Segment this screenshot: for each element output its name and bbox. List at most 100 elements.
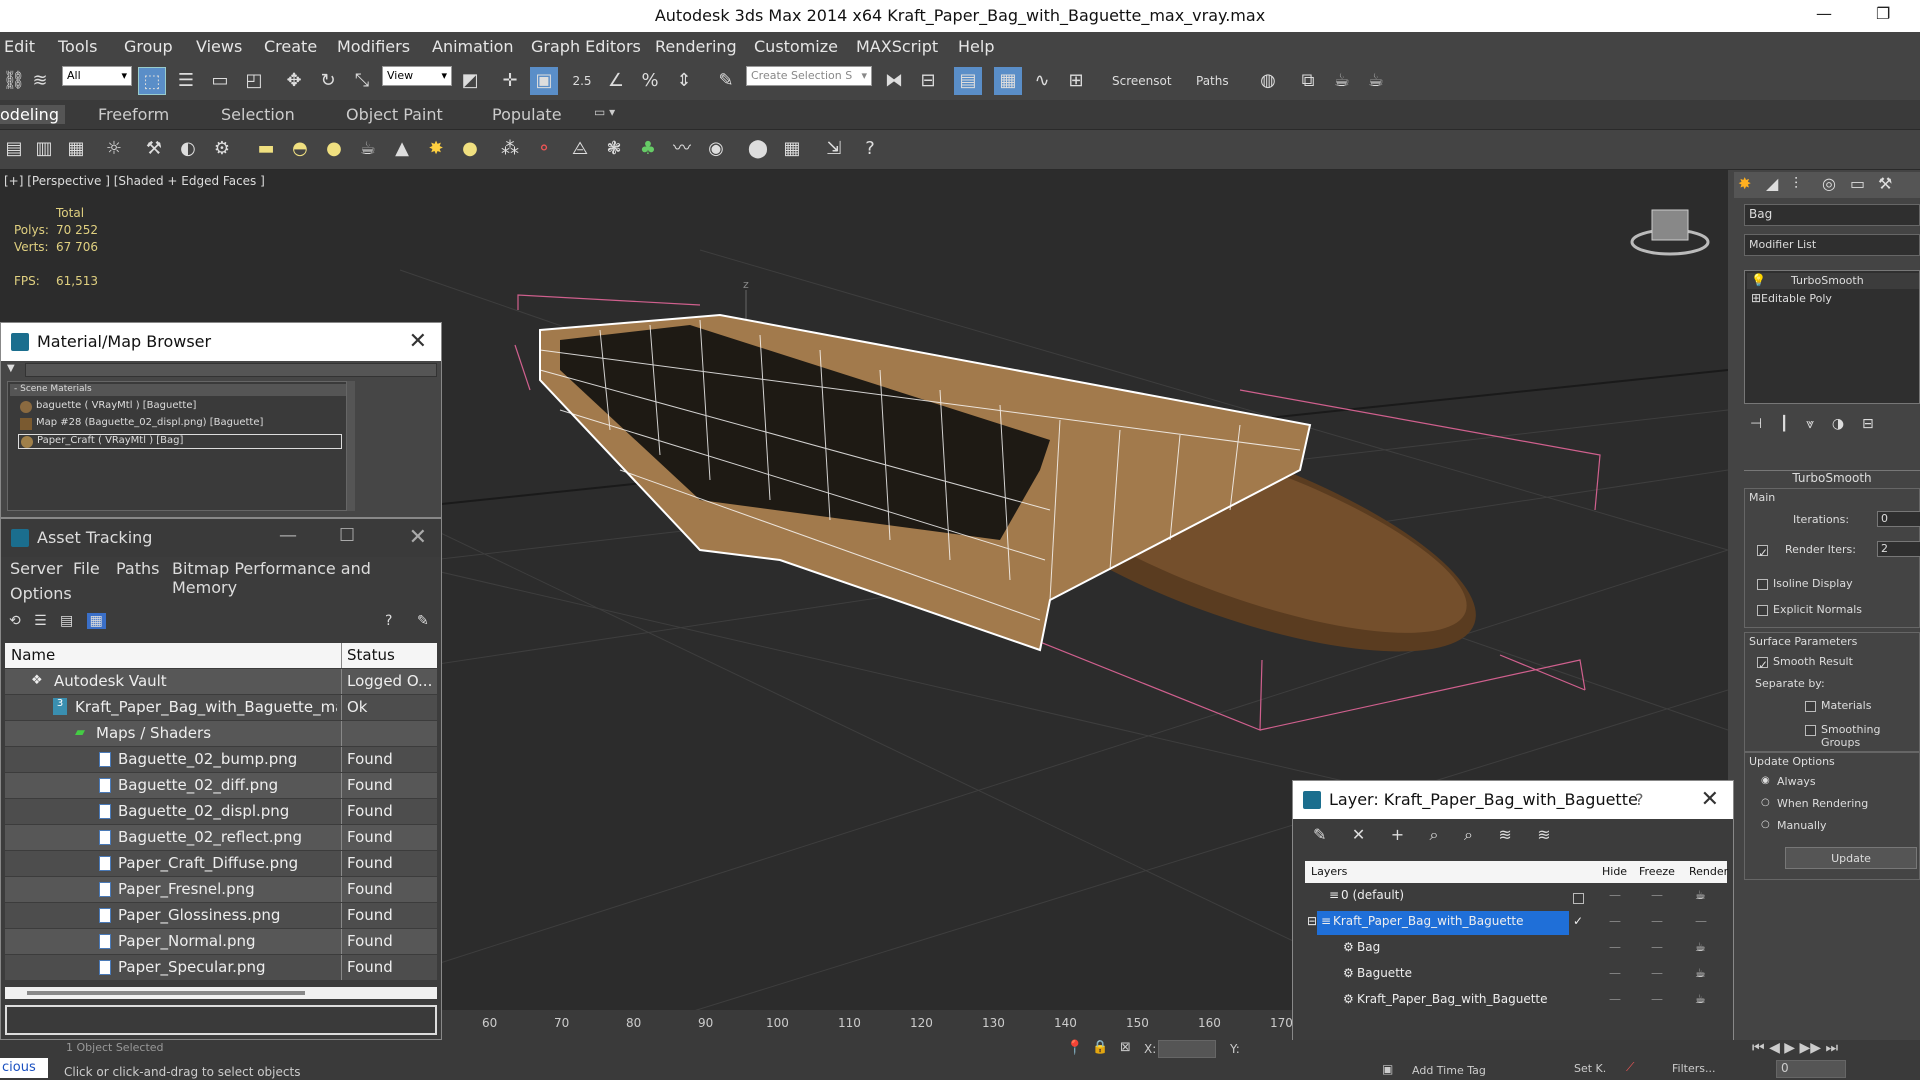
menu-rendering[interactable]: Rendering — [655, 37, 737, 56]
help-icon[interactable]: ? — [385, 613, 392, 629]
scale-icon[interactable]: ⤡ — [348, 67, 376, 95]
tab-selection[interactable]: Selection — [221, 105, 295, 124]
render-toggle-icon[interactable]: ☕ — [1695, 888, 1706, 902]
layer-manager-icon[interactable]: ▤ — [954, 67, 982, 95]
edit-named-selection-icon[interactable]: ✎ — [712, 67, 740, 95]
keyboard-shortcut-icon[interactable]: ▣ — [530, 67, 558, 95]
render-frame-icon[interactable]: ☕ — [1328, 67, 1356, 95]
open-explorer-icon[interactable]: ▤ — [0, 135, 28, 163]
col-freeze[interactable]: Freeze — [1639, 865, 1675, 878]
next-frame-icon[interactable]: ▶▶ — [1800, 1040, 1822, 1056]
paths-label[interactable]: Paths — [1196, 74, 1229, 88]
hide-toggle[interactable]: — — [1609, 992, 1621, 1006]
select-manipulate-icon[interactable]: ✛ — [496, 67, 524, 95]
hide-toggle[interactable]: — — [1609, 966, 1621, 980]
timeline[interactable]: 60 70 80 90 100 110 120 130 140 150 160 … — [442, 1010, 1293, 1040]
prev-frame-icon[interactable]: ◀ — [1769, 1040, 1780, 1056]
col-status[interactable]: Status — [347, 646, 395, 664]
render-toggle[interactable]: — — [1695, 914, 1707, 928]
grass-icon[interactable]: ♣ — [634, 135, 662, 163]
select-object-icon[interactable]: ⬚ — [138, 67, 166, 95]
scene-materials-header[interactable]: - Scene Materials — [10, 384, 346, 396]
ref-coord-dropdown[interactable]: View ▾ — [382, 66, 452, 86]
isoline-checkbox[interactable] — [1757, 579, 1768, 590]
mirror-icon[interactable]: ⧓ — [880, 67, 908, 95]
add-time-tag[interactable]: Add Time Tag — [1412, 1064, 1486, 1077]
particles-icon[interactable]: ⚙ — [208, 135, 236, 163]
freeze-toggle[interactable]: — — [1651, 966, 1663, 980]
col-layers[interactable]: Layers — [1311, 865, 1347, 878]
close-icon[interactable]: ✕ — [409, 329, 427, 354]
tab-freeform[interactable]: Freeform — [98, 105, 169, 124]
freeze-all-icon[interactable]: ≋ — [1537, 825, 1550, 844]
explicit-normals-checkbox[interactable] — [1757, 605, 1768, 616]
table-row[interactable]: Baguette_02_bump.png Found — [5, 747, 437, 772]
stack-tools-icons[interactable]: ⊣ ┃ ⩔ ◑ ⊟ — [1750, 416, 1874, 432]
angle-snap-icon[interactable]: ∠ — [602, 67, 630, 95]
turbosmooth-rollout-title[interactable]: TurboSmooth — [1744, 470, 1920, 486]
iterations-spinner[interactable]: 0 — [1877, 511, 1920, 527]
dome-icon[interactable]: ◓ — [286, 135, 314, 163]
menu-file[interactable]: File — [73, 559, 100, 578]
select-by-name-icon[interactable]: ☰ — [172, 67, 200, 95]
hide-toggle[interactable]: — — [1609, 914, 1621, 928]
menu-tools[interactable]: Tools — [58, 37, 97, 56]
lock-icon[interactable]: 🔒 — [1092, 1040, 1108, 1055]
freeze-toggle[interactable]: — — [1651, 888, 1663, 902]
table-row[interactable]: 3 Kraft_Paper_Bag_with_Baguette_ma... Ok — [5, 695, 437, 720]
render-toggle-icon[interactable]: ☕ — [1695, 992, 1706, 1006]
materials-checkbox[interactable] — [1805, 701, 1816, 712]
highlight-selected-icon[interactable]: ⌕ — [1464, 825, 1473, 844]
current-layer-checkbox[interactable] — [1573, 893, 1584, 904]
scene-explorer-icon[interactable]: ▥ — [30, 135, 58, 163]
freeze-toggle[interactable]: — — [1651, 914, 1663, 928]
col-hide[interactable]: Hide — [1602, 865, 1627, 878]
plane-icon[interactable]: ▬ — [252, 135, 280, 163]
modify-tab-icon[interactable]: ◢ — [1766, 174, 1778, 193]
go-to-end-icon[interactable]: ⏭ — [1826, 1040, 1839, 1056]
sun-icon[interactable]: ✸ — [422, 135, 450, 163]
link-icon[interactable]: ⛓ — [0, 67, 28, 95]
freeze-toggle[interactable]: — — [1651, 992, 1663, 1006]
layer-row[interactable]: ⚙ Bag — — ☕ — [1305, 937, 1727, 962]
object-name-field[interactable]: Bag — [1744, 204, 1920, 226]
absolute-mode-icon[interactable]: ⊠ — [1120, 1040, 1131, 1055]
menu-server[interactable]: Server — [10, 559, 62, 578]
omni-light-icon[interactable]: ● — [456, 135, 484, 163]
pin-icon[interactable]: ✎ — [417, 613, 429, 629]
table-row[interactable]: Baguette_02_diff.png Found — [5, 773, 437, 798]
table-row[interactable]: Paper_Specular.png Found — [5, 955, 437, 980]
selection-filter-dropdown[interactable]: All ▾ — [62, 66, 132, 86]
menu-animation[interactable]: Animation — [432, 37, 514, 56]
sphere-icon[interactable]: ● — [320, 135, 348, 163]
menu-graph-editors[interactable]: Graph Editors — [531, 37, 641, 56]
table-row[interactable]: ▰ Maps / Shaders — [5, 721, 437, 746]
curve-editor-icon[interactable]: ∿ — [1028, 67, 1056, 95]
hair-fur-icon[interactable]: 〰 — [668, 135, 696, 163]
smooth-result-checkbox[interactable]: ✓ — [1757, 657, 1768, 672]
layer-row[interactable]: ⚙ Baguette — — ☕ — [1305, 963, 1727, 988]
rotate-icon[interactable]: ↻ — [314, 67, 342, 95]
viewport-label[interactable]: [+] [Perspective ] [Shaded + Edged Faces… — [4, 174, 265, 188]
close-icon[interactable]: ✕ — [409, 525, 427, 550]
help-button[interactable]: ? — [1635, 790, 1644, 809]
menu-modifiers[interactable]: Modifiers — [337, 37, 410, 56]
align-icon[interactable]: ⊟ — [914, 67, 942, 95]
cone-icon[interactable]: ▲ — [388, 135, 416, 163]
update-button[interactable]: Update — [1785, 847, 1917, 869]
add-to-layer-icon[interactable]: + — [1391, 825, 1404, 844]
material-search-input[interactable] — [25, 363, 437, 377]
table-row[interactable]: ❖ Autodesk Vault Logged O... — [5, 669, 437, 694]
window-crossing-icon[interactable]: ◰ — [240, 67, 268, 95]
rect-selection-icon[interactable]: ▭ — [206, 67, 234, 95]
render-setup-icon[interactable]: ⧉ — [1294, 67, 1322, 95]
expand-icon[interactable]: ⊞ — [1751, 291, 1761, 305]
render-toggle-icon[interactable]: ☕ — [1695, 940, 1706, 954]
menu-edit[interactable]: Edit — [4, 37, 35, 56]
fur-icon[interactable]: ◉ — [702, 135, 730, 163]
hair-icon[interactable]: ❃ — [600, 135, 628, 163]
menu-help[interactable]: Help — [958, 37, 994, 56]
table-row[interactable]: Paper_Fresnel.png Found — [5, 877, 437, 902]
delete-layer-icon[interactable]: ✕ — [1352, 825, 1365, 844]
menu-maxscript[interactable]: MAXScript — [856, 37, 938, 56]
